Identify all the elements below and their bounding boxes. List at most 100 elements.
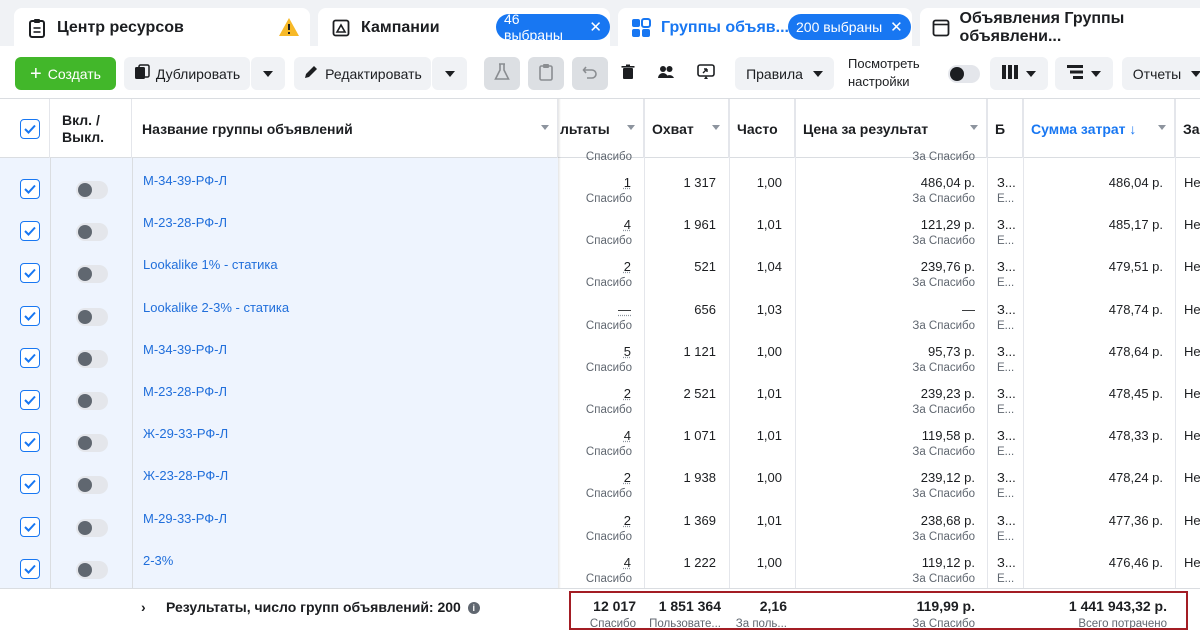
- row-checkbox[interactable]: [20, 221, 40, 241]
- results-sub: Спасибо: [585, 320, 632, 332]
- table-row[interactable]: М-23-28-РФ-Л 4 Спасибо 1 961 1,01 121,29 р. За…: [0, 208, 1200, 250]
- clear-adsets-selection-icon[interactable]: ✕: [890, 18, 903, 36]
- cost-per-result-sub: За Спасибо: [912, 277, 975, 289]
- ad-set-name-link[interactable]: М-23-28-РФ-Л: [143, 215, 227, 230]
- results-value[interactable]: —: [560, 302, 631, 317]
- header-results[interactable]: льтаты: [560, 99, 644, 158]
- amount-spent-value: 478,74 р.: [1108, 302, 1163, 317]
- results-value[interactable]: 2: [560, 470, 631, 485]
- clear-campaigns-selection-icon[interactable]: ✕: [589, 18, 602, 36]
- expand-chevron-icon[interactable]: ›: [141, 599, 146, 615]
- header-budget[interactable]: Б: [987, 99, 1023, 158]
- delete-button[interactable]: [612, 57, 644, 90]
- results-value[interactable]: 2: [560, 513, 631, 528]
- adsets-selected-pill[interactable]: 200 выбраны ✕: [788, 14, 911, 40]
- row-checkbox[interactable]: [20, 432, 40, 452]
- row-on-off-toggle[interactable]: [76, 308, 108, 326]
- create-button[interactable]: + Создать: [15, 57, 116, 90]
- results-value[interactable]: 1: [560, 175, 631, 190]
- frequency-value: 1,03: [756, 302, 782, 317]
- tab-ad-sets[interactable]: Группы объяв... 200 выбраны ✕: [618, 8, 912, 48]
- edit-button[interactable]: Редактировать: [294, 57, 431, 90]
- ad-set-name-link[interactable]: Lookalike 2-3% - статика: [143, 300, 289, 315]
- row-on-off-toggle[interactable]: [76, 519, 108, 537]
- row-checkbox[interactable]: [20, 517, 40, 537]
- row-checkbox[interactable]: [20, 559, 40, 579]
- results-value[interactable]: 2: [560, 259, 631, 274]
- amount-spent-value: 486,04 р.: [1108, 175, 1163, 190]
- row-on-off-toggle[interactable]: [76, 223, 108, 241]
- ad-set-name-link[interactable]: М-34-39-РФ-Л: [143, 173, 227, 188]
- select-all-checkbox[interactable]: [20, 119, 40, 139]
- campaigns-selected-pill[interactable]: 46 выбраны ✕: [496, 11, 610, 43]
- chevron-down-icon: [263, 70, 273, 77]
- row-on-off-toggle[interactable]: [76, 181, 108, 199]
- budget-sub: Е...: [997, 488, 1015, 500]
- results-value[interactable]: 4: [560, 555, 631, 570]
- ab-test-button[interactable]: [484, 57, 520, 90]
- header-results-label: льтаты: [560, 120, 610, 137]
- table-row[interactable]: М-34-39-РФ-Л 5 Спасибо 1 121 1,00 95,73 р. За …: [0, 335, 1200, 377]
- ad-set-name-link[interactable]: Ж-23-28-РФ-Л: [143, 468, 228, 483]
- ad-set-name-link[interactable]: М-34-39-РФ-Л: [143, 342, 227, 357]
- header-on-off[interactable]: Вкл. / Выкл.: [50, 99, 132, 158]
- cost-per-result-sub: За Спасибо: [912, 404, 975, 416]
- ad-set-name-link[interactable]: М-23-28-РФ-Л: [143, 384, 227, 399]
- duplicate-button[interactable]: Дублировать: [124, 57, 250, 90]
- row-checkbox[interactable]: [20, 348, 40, 368]
- results-value[interactable]: 4: [560, 217, 631, 232]
- edit-dropdown-button[interactable]: [432, 57, 467, 90]
- tab-campaigns[interactable]: Кампании 46 выбраны ✕: [318, 8, 610, 48]
- table-row[interactable]: Lookalike 1% - статика 2 Спасибо 521 1,04 239…: [0, 250, 1200, 292]
- table-row[interactable]: М-23-28-РФ-Л 2 Спасибо 2 521 1,01 239,23 р. За…: [0, 377, 1200, 419]
- duplicate-dropdown-button[interactable]: [251, 57, 285, 90]
- row-on-off-toggle[interactable]: [76, 392, 108, 410]
- header-cost-per-result[interactable]: Цена за результат: [795, 99, 987, 158]
- row-on-off-toggle[interactable]: [76, 265, 108, 283]
- results-value[interactable]: 5: [560, 344, 631, 359]
- row-on-off-toggle[interactable]: [76, 434, 108, 452]
- header-ad-set-name[interactable]: Название группы объявлений: [132, 99, 558, 158]
- table-row[interactable]: М-34-39-РФ-Л 1 Спасибо 1 317 1,00 486,04 р. За…: [0, 166, 1200, 208]
- columns-icon: [1002, 65, 1018, 82]
- row-checkbox[interactable]: [20, 390, 40, 410]
- table-row[interactable]: Lookalike 2-3% - статика — Спасибо 656 1,03 —…: [0, 293, 1200, 335]
- tab-ads[interactable]: Объявления Группы объявлени...: [920, 8, 1200, 48]
- results-value[interactable]: 4: [560, 428, 631, 443]
- ad-set-name-link[interactable]: 2-3%: [143, 553, 173, 568]
- row-on-off-toggle[interactable]: [76, 476, 108, 494]
- ad-set-name-link[interactable]: Ж-29-33-РФ-Л: [143, 426, 228, 441]
- results-value[interactable]: 2: [560, 386, 631, 401]
- view-settings-toggle[interactable]: [948, 65, 980, 83]
- ends-value: Не: [1184, 386, 1200, 401]
- row-checkbox[interactable]: [20, 306, 40, 326]
- table-row[interactable]: Ж-29-33-РФ-Л 4 Спасибо 1 071 1,01 119,58 р. За…: [0, 419, 1200, 461]
- header-reach[interactable]: Охват: [644, 99, 729, 158]
- undo-button[interactable]: [572, 57, 608, 90]
- rules-button[interactable]: Правила: [735, 57, 834, 90]
- row-checkbox[interactable]: [20, 263, 40, 283]
- clipboard-button[interactable]: [528, 57, 564, 90]
- table-row[interactable]: 2-3% 4 Спасибо 1 222 1,00 119,12 р. За Спасибо…: [0, 546, 1200, 588]
- row-checkbox[interactable]: [20, 179, 40, 199]
- info-icon[interactable]: i: [467, 602, 480, 614]
- audience-button[interactable]: [649, 57, 683, 90]
- columns-button[interactable]: [990, 57, 1048, 90]
- ad-set-name-link[interactable]: М-29-33-РФ-Л: [143, 511, 227, 526]
- table-row[interactable]: Ж-23-28-РФ-Л 2 Спасибо 1 938 1,00 239,12 р. За…: [0, 461, 1200, 503]
- row-on-off-toggle[interactable]: [76, 561, 108, 579]
- header-ends[interactable]: За: [1175, 99, 1200, 158]
- row-on-off-toggle[interactable]: [76, 350, 108, 368]
- reach-value: 1 938: [683, 470, 716, 485]
- breakdown-button[interactable]: [1055, 57, 1113, 90]
- sort-arrow-icon: [970, 125, 978, 130]
- header-frequency[interactable]: Часто: [729, 99, 795, 158]
- ad-set-name-link[interactable]: Lookalike 1% - статика: [143, 257, 278, 272]
- tab-resource-center[interactable]: Центр ресурсов: [14, 8, 310, 48]
- header-amount-spent[interactable]: Сумма затрат ↓: [1023, 99, 1175, 158]
- header-select-all[interactable]: [0, 99, 50, 158]
- reports-button[interactable]: Отчеты: [1122, 57, 1200, 90]
- row-checkbox[interactable]: [20, 474, 40, 494]
- table-row[interactable]: М-29-33-РФ-Л 2 Спасибо 1 369 1,01 238,68 р. За…: [0, 504, 1200, 546]
- preview-button[interactable]: [688, 57, 724, 90]
